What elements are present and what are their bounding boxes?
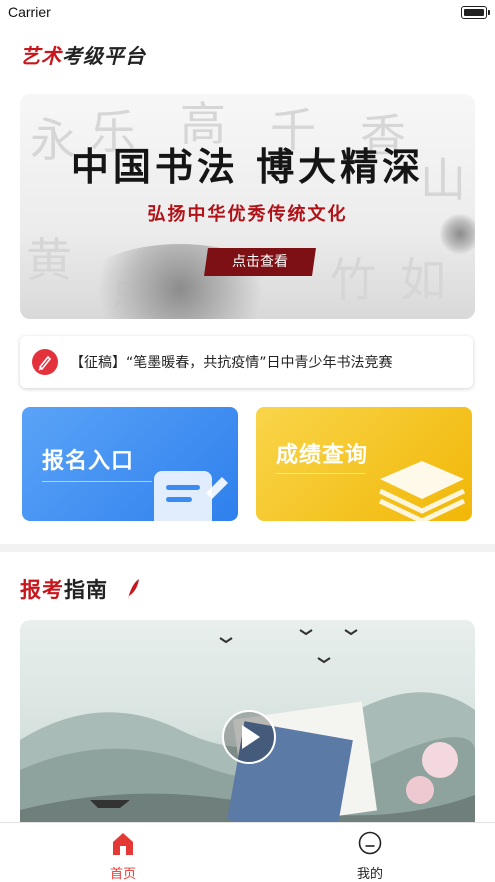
tab-home-label: 首页 [109,867,136,882]
app-title: 艺术考级平台 [20,40,146,69]
banner-title: 中国书法 博大精深 [70,144,425,189]
banner-subtitle: 弘扬中华优秀传统文化 [147,204,348,225]
banner-view-button[interactable]: 点击查看 [204,248,316,276]
exam-guide-section: 报考指南 [0,552,495,830]
profile-icon [358,831,382,855]
status-bar: Carrier [0,0,495,26]
tab-profile-label: 我的 [356,867,383,882]
pen-icon [32,349,58,375]
home-top-section: 艺术考级平台 永 乐 高 千 香 山 黄 点 竹 如 中国书法 博大精深 弘扬中… [0,26,495,544]
form-icon [154,471,228,521]
play-icon [242,725,260,749]
calligraphy-banner[interactable]: 永 乐 高 千 香 山 黄 点 竹 如 中国书法 博大精深 弘扬中华优秀传统文化… [20,94,475,319]
stack-icon [378,461,466,521]
card-divider [42,481,152,482]
exam-guide-title: 报考指南 [20,574,108,604]
carrier-label: Carrier [8,4,51,20]
notice-text: 【征稿】“笔墨暖春，共抗疫情”日中青少年书法竞赛 [70,355,393,371]
exam-guide-video[interactable] [20,620,475,830]
app-title-part1: 艺术 [20,44,62,68]
battery-icon [461,6,490,19]
exam-guide-title-part2: 指南 [64,578,108,602]
registration-entry-label: 报名入口 [42,449,135,474]
card-divider [276,473,366,474]
feather-icon [128,579,139,599]
notice-bar[interactable]: 【征稿】“笔墨暖春，共抗疫情”日中青少年书法竞赛 [20,336,473,388]
bottom-tab-bar: 首页 我的 [0,822,495,882]
score-query-label: 成绩查询 [276,443,369,468]
home-icon [113,833,133,855]
banner-view-button-label: 点击查看 [232,254,288,270]
tab-profile[interactable]: 我的 [310,823,430,882]
tab-home[interactable]: 首页 [63,823,183,882]
exam-guide-title-part1: 报考 [20,578,64,602]
registration-entry-card[interactable]: 报名入口 [22,407,238,521]
play-button[interactable] [222,710,276,764]
app-title-part2: 考级平台 [62,44,146,68]
score-query-card[interactable]: 成绩查询 [256,407,472,521]
